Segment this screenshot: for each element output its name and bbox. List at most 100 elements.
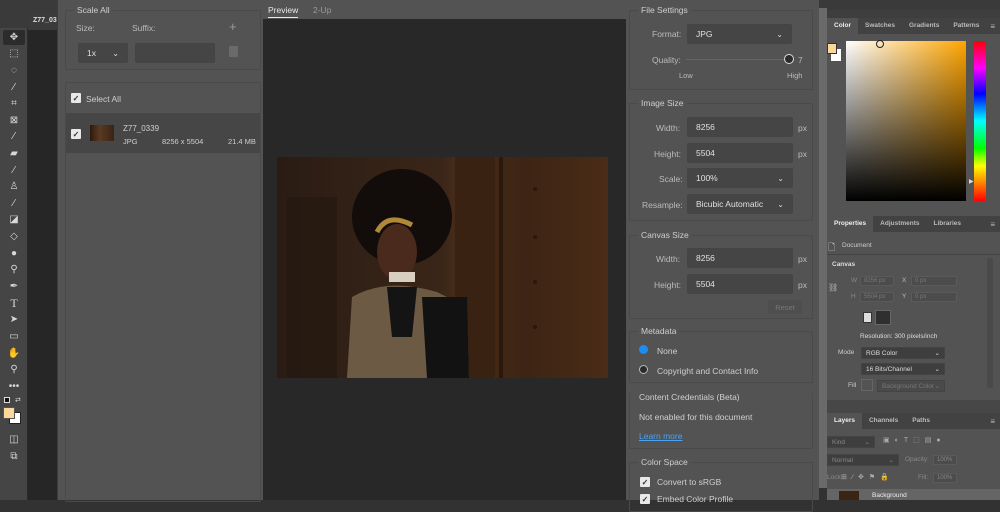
- x-field[interactable]: 0 px: [911, 276, 957, 286]
- screen-mode-icon[interactable]: ⧉: [3, 449, 25, 464]
- magic-wand-tool-icon[interactable]: ⁄: [3, 80, 25, 95]
- color-panel-tabs: Color Swatches Gradients Patterns ≡: [827, 18, 1000, 34]
- y-field[interactable]: 0 px: [911, 292, 957, 302]
- trash-icon[interactable]: [229, 46, 238, 57]
- quick-mask-icon[interactable]: ◫: [3, 432, 25, 447]
- mode-select[interactable]: RGB Color ⌄: [861, 347, 945, 359]
- w-field[interactable]: 8256 px: [860, 276, 894, 286]
- tab-preview[interactable]: Preview: [268, 5, 298, 15]
- pen-tool-icon[interactable]: ✒: [3, 279, 25, 294]
- metadata-copyright-radio[interactable]: [639, 365, 648, 374]
- path-selection-tool-icon[interactable]: ➤: [3, 312, 25, 327]
- tab-channels[interactable]: Channels: [862, 413, 905, 429]
- mode-value: RGB Color: [866, 349, 898, 357]
- dodge-tool-icon[interactable]: ⚲: [3, 262, 25, 277]
- type-tool-icon[interactable]: T: [3, 296, 25, 311]
- w-label: W: [851, 277, 858, 284]
- healing-brush-tool-icon[interactable]: ▰: [3, 146, 25, 161]
- lasso-tool-icon[interactable]: ◌: [3, 63, 25, 78]
- image-height-input[interactable]: 5504: [687, 143, 793, 163]
- foreground-color-swatch[interactable]: [3, 407, 15, 419]
- file-settings-title: File Settings: [638, 5, 691, 15]
- frame-tool-icon[interactable]: ⊠: [3, 113, 25, 128]
- hue-slider[interactable]: [974, 41, 986, 201]
- resample-select[interactable]: Bicubic Automatic ⌄: [687, 194, 793, 214]
- learn-more-link[interactable]: Learn more: [639, 431, 682, 441]
- properties-scrollbar[interactable]: [987, 258, 993, 388]
- eraser-tool-icon[interactable]: ◪: [3, 212, 25, 227]
- more-tools-icon[interactable]: •••: [3, 379, 25, 394]
- lock-icons[interactable]: ⊞∕✥⚑🔒: [841, 473, 894, 481]
- tab-properties[interactable]: Properties: [827, 216, 874, 232]
- history-brush-tool-icon[interactable]: ∕: [3, 196, 25, 211]
- size-select[interactable]: 1x ⌄: [78, 43, 128, 63]
- select-all-checkbox[interactable]: ✓: [71, 93, 81, 103]
- default-colors-icon[interactable]: [4, 397, 10, 403]
- fill-swatch[interactable]: [861, 379, 873, 391]
- crop-tool-icon[interactable]: ⌗: [3, 96, 25, 111]
- embed-profile-checkbox[interactable]: ✓: [640, 494, 650, 504]
- tab-color[interactable]: Color: [827, 18, 858, 34]
- format-select[interactable]: JPG ⌄: [687, 24, 792, 44]
- eyedropper-tool-icon[interactable]: ⁄: [3, 129, 25, 144]
- tab-2-up[interactable]: 2-Up: [313, 5, 331, 15]
- tab-libraries[interactable]: Libraries: [927, 216, 968, 232]
- brush-tool-icon[interactable]: ∕: [3, 163, 25, 178]
- move-tool-icon[interactable]: ✥: [3, 30, 25, 45]
- color-picker-field[interactable]: [846, 41, 966, 201]
- zoom-tool-icon[interactable]: ⚲: [3, 362, 25, 377]
- reset-button[interactable]: Reset: [768, 300, 802, 314]
- rectangle-tool-icon[interactable]: ▭: [3, 329, 25, 344]
- opacity-label: Opacity:: [905, 456, 929, 463]
- content-credentials-status: Not enabled for this document: [639, 412, 753, 422]
- blur-tool-icon[interactable]: ●: [3, 246, 25, 261]
- clone-stamp-tool-icon[interactable]: ♙: [3, 179, 25, 194]
- link-icon[interactable]: ⛓: [828, 283, 838, 292]
- marquee-tool-icon[interactable]: ⬚: [3, 46, 25, 61]
- color-picker-cursor[interactable]: [876, 40, 884, 48]
- canvas-height-input[interactable]: 5504: [687, 274, 793, 294]
- metadata-none-radio[interactable]: [639, 345, 648, 354]
- tab-gradients[interactable]: Gradients: [902, 18, 946, 34]
- color-fg-swatch[interactable]: [827, 43, 837, 54]
- hue-slider-handle[interactable]: ▶: [969, 178, 974, 185]
- landscape-orientation-icon[interactable]: [875, 310, 891, 325]
- h-field[interactable]: 5504 px: [860, 292, 894, 302]
- image-width-input[interactable]: 8256: [687, 117, 793, 137]
- scale-select[interactable]: 100% ⌄: [687, 168, 793, 188]
- portrait-orientation-icon[interactable]: [863, 312, 872, 323]
- chevron-down-icon: ⌄: [934, 383, 940, 390]
- canvas-width-input[interactable]: 8256: [687, 248, 793, 268]
- panel-menu-icon[interactable]: ≡: [990, 22, 995, 31]
- hand-tool-icon[interactable]: ✋: [3, 346, 25, 361]
- fill-label: Fill: [848, 382, 857, 389]
- layer-row[interactable]: Background: [827, 489, 1000, 500]
- convert-srgb-checkbox[interactable]: ✓: [640, 477, 650, 487]
- document-tab[interactable]: Z77_03: [28, 14, 60, 30]
- opacity-field[interactable]: 100%: [933, 455, 957, 465]
- quality-label: Quality:: [652, 55, 681, 65]
- layer-thumbnail: [839, 491, 859, 500]
- asset-row[interactable]: ✓ Z77_0339 JPG 8256 x 5504 21.4 MB: [66, 113, 260, 153]
- quality-slider-handle[interactable]: [784, 54, 794, 64]
- quality-slider-track[interactable]: [686, 59, 790, 60]
- bit-depth-select[interactable]: 16 Bits/Channel ⌄: [861, 363, 945, 375]
- blend-mode-select[interactable]: Normal ⌄: [827, 454, 899, 466]
- panel-menu-icon[interactable]: ≡: [990, 220, 995, 229]
- layer-kind-filter[interactable]: Kind ⌄: [827, 436, 875, 448]
- tab-adjustments[interactable]: Adjustments: [873, 216, 926, 232]
- swap-colors-icon[interactable]: ⇄: [15, 396, 21, 404]
- paint-bucket-tool-icon[interactable]: ◇: [3, 229, 25, 244]
- tab-paths[interactable]: Paths: [905, 413, 937, 429]
- fill-select[interactable]: Background Color ⌄: [877, 380, 945, 392]
- asset-checkbox[interactable]: ✓: [71, 129, 81, 139]
- add-scale-button[interactable]: +: [229, 19, 237, 34]
- suffix-input[interactable]: [135, 43, 215, 63]
- tab-swatches[interactable]: Swatches: [858, 18, 902, 34]
- layer-filter-icons[interactable]: ▣◐T⬚▤●: [883, 436, 946, 444]
- tab-patterns[interactable]: Patterns: [946, 18, 986, 34]
- layer-fill-field[interactable]: 100%: [933, 473, 957, 483]
- dialog-scrollbar[interactable]: [819, 8, 827, 488]
- tab-layers[interactable]: Layers: [827, 413, 862, 429]
- panel-menu-icon[interactable]: ≡: [990, 417, 995, 426]
